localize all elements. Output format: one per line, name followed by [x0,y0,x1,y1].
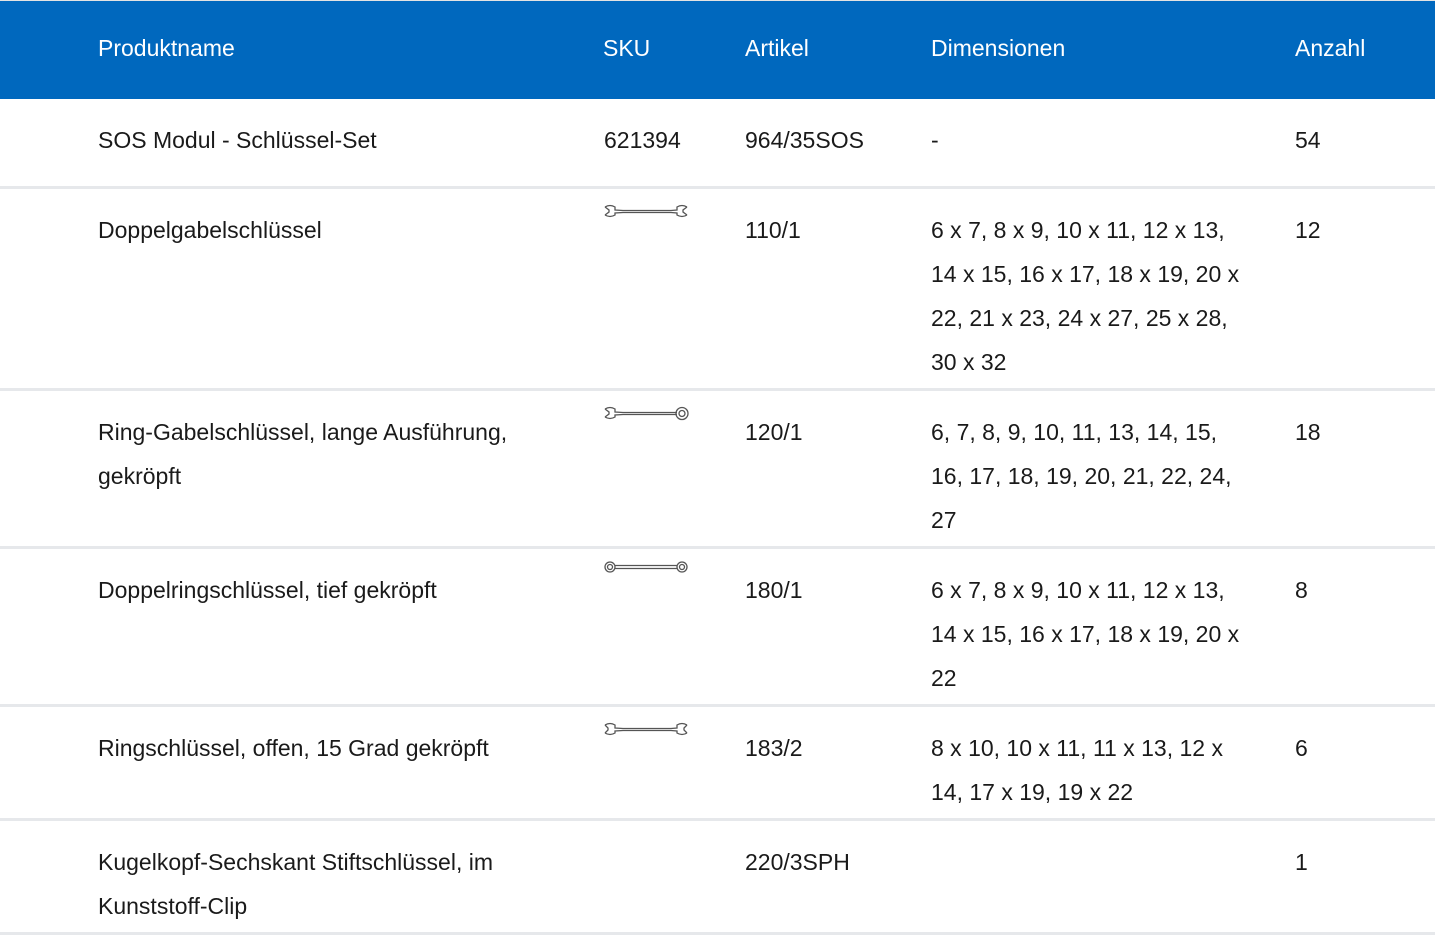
table-row[interactable]: Ringschlüssel, offen, 15 Grad gekröpft 1… [0,707,1435,821]
cell-quantity: 8 [1295,577,1308,603]
combination-wrench-icon [603,403,689,425]
cell-dimensions: - [931,127,939,153]
cell-dimensions: 8 x 10, 10 x 11, 11 x 13, 12 x 14, 17 x … [931,735,1223,805]
cell-article: 964/35SOS [745,127,864,153]
table-row[interactable]: Kugelkopf-Sechskant Stiftschlüssel, im K… [0,821,1435,935]
cell-product: SOS Modul - Schlüssel-Set [98,127,377,153]
cell-article: 180/1 [745,577,803,603]
cell-product: Ring-Gabelschlüssel, lange Ausführung, g… [98,419,508,489]
cell-dimensions: 6 x 7, 8 x 9, 10 x 11, 12 x 13, 14 x 15,… [931,217,1240,375]
cell-product: Doppelringschlüssel, tief gekröpft [98,577,437,603]
cell-quantity: 54 [1295,127,1321,153]
cell-dimensions: 6 x 7, 8 x 9, 10 x 11, 12 x 13, 14 x 15,… [931,577,1240,691]
cell-article: 220/3SPH [745,849,850,875]
cell-article: 120/1 [745,419,803,445]
table-header: Produktname SKU Artikel Dimensionen Anza… [0,0,1435,99]
cell-quantity: 18 [1295,419,1321,445]
table-row[interactable]: Doppelgabelschlüssel 110/1 6 x 7, 8 x 9,… [0,189,1435,391]
cell-quantity: 6 [1295,735,1308,761]
header-article[interactable]: Artikel [745,35,809,61]
cell-sku: 621394 [604,127,681,153]
header-product[interactable]: Produktname [98,35,235,61]
cell-product: Doppelgabelschlüssel [98,217,322,243]
cell-dimensions: 6, 7, 8, 9, 10, 11, 13, 14, 15, 16, 17, … [931,419,1232,533]
table-row[interactable]: Doppelringschlüssel, tief gekröpft 180/1… [0,549,1435,707]
cell-quantity: 1 [1295,849,1308,875]
double-ring-wrench-icon [603,557,689,579]
flare-nut-wrench-icon [603,719,689,741]
header-quantity[interactable]: Anzahl [1295,35,1365,61]
cell-article: 110/1 [745,217,801,243]
header-dimensions[interactable]: Dimensionen [931,35,1065,61]
table-row[interactable]: Ring-Gabelschlüssel, lange Ausführung, g… [0,391,1435,549]
table-row[interactable]: SOS Modul - Schlüssel-Set 621394 964/35S… [0,99,1435,189]
header-sku[interactable]: SKU [603,35,650,61]
product-table: Produktname SKU Artikel Dimensionen Anza… [0,0,1435,935]
cell-quantity: 12 [1295,217,1321,243]
cell-article: 183/2 [745,735,803,761]
double-open-end-wrench-icon [603,201,689,223]
cell-product: Ringschlüssel, offen, 15 Grad gekröpft [98,735,489,761]
cell-product: Kugelkopf-Sechskant Stiftschlüssel, im K… [98,849,494,919]
